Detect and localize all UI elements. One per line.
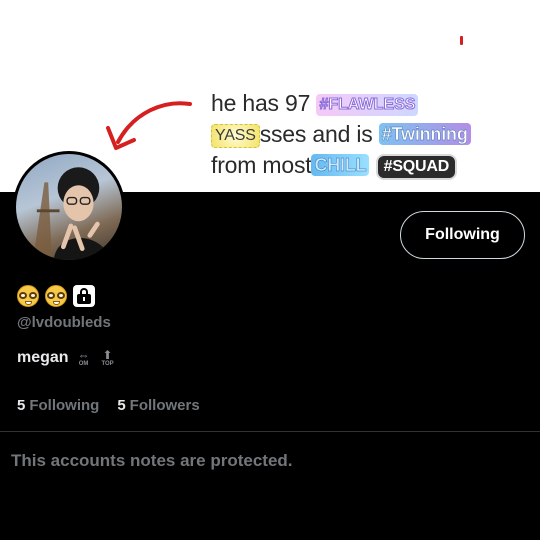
display-name: megan [17,349,69,366]
followers-count: 5 [117,397,126,414]
divider [0,431,540,432]
om-glyph: ⇔ [77,347,90,362]
meme-text: from most [211,152,312,178]
meme-text: he has 97 [211,90,311,116]
following-count: 5 [17,397,26,414]
following-button[interactable]: Following [400,211,525,259]
followers-label: Followers [129,397,200,414]
avatar-photo [33,167,111,260]
banner-meme-text: he has 97 #FLAWLESS YASS sses and is #Twi… [211,88,531,181]
meme-badge-flawless: #FLAWLESS [316,94,419,116]
top-glyph: ⬆ [102,347,113,362]
protected-notice: This accounts notes are protected. [11,451,293,470]
red-arrow-icon [106,101,192,150]
om-icon: ⇔ OM [75,347,93,367]
display-name-row: megan ⇔ OM ⬆ TOP [17,349,117,367]
meme-badge-yass: YASS [211,124,260,148]
meme-badge-chill: CHILL [311,154,370,176]
meme-badge-squad: #SQUAD [375,154,458,180]
following-label: Following [29,397,100,414]
top-icon: ⬆ TOP [99,347,117,367]
following-stat[interactable]: 5 Following [17,397,99,414]
avatar[interactable] [13,151,125,263]
om-caption: OM [78,360,89,367]
top-caption: TOP [101,360,114,367]
nerd-face-icon [17,285,39,307]
meme-text: sses and is [259,121,373,147]
lock-icon [73,285,95,307]
nerd-face-icon [45,285,67,307]
red-mark [460,36,463,45]
meme-badge-twinning: #Twinning [378,123,471,145]
profile-handle: @lvdoubleds [17,314,111,331]
followers-stat[interactable]: 5 Followers [117,397,199,414]
emoji-row [17,284,95,308]
follow-stats: 5 Following 5 Followers [17,397,200,414]
